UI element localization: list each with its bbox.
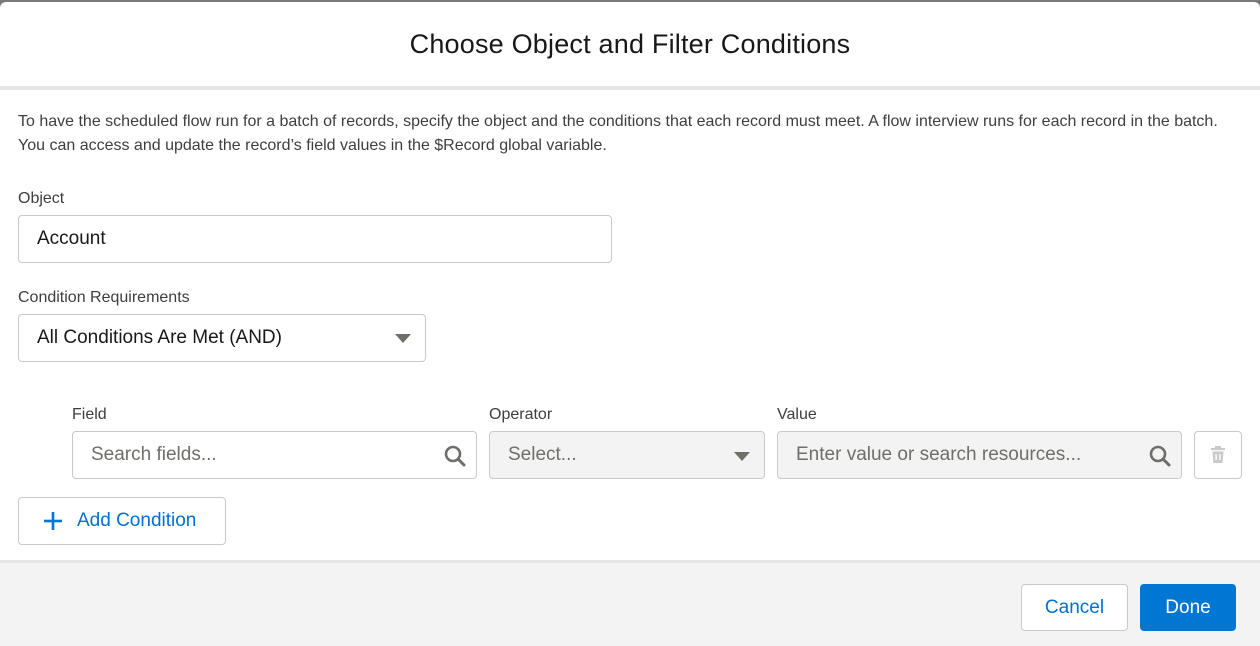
modal-header: Choose Object and Filter Conditions [0,2,1260,90]
condition-requirements-select[interactable]: All Conditions Are Met (AND) [18,314,426,362]
object-value: Account [37,228,106,249]
search-icon [1148,444,1172,468]
operator-select[interactable]: Select... [489,431,765,479]
modal-title: Choose Object and Filter Conditions [409,28,851,59]
modal-dialog: Choose Object and Filter Conditions To h… [0,2,1260,646]
done-button[interactable]: Done [1140,584,1236,631]
object-label: Object [18,190,65,207]
field-search-input[interactable]: Search fields... [72,431,477,479]
plus-icon [43,511,63,531]
object-input[interactable]: Account [18,215,612,263]
cancel-button[interactable]: Cancel [1021,584,1128,631]
condition-requirements-value: All Conditions Are Met (AND) [37,327,282,348]
field-label: Field [72,406,107,423]
search-icon [443,444,467,468]
condition-requirements-label: Condition Requirements [18,289,190,306]
add-condition-button[interactable]: Add Condition [18,497,226,545]
trash-icon [1210,446,1226,464]
operator-placeholder: Select... [508,444,577,465]
chevron-down-icon [734,452,750,461]
add-condition-label: Add Condition [77,510,197,531]
value-placeholder: Enter value or search resources... [796,444,1082,465]
chevron-down-icon [395,334,411,343]
value-search-input[interactable]: Enter value or search resources... [777,431,1182,479]
value-label: Value [777,406,817,423]
operator-label: Operator [489,406,553,423]
modal-description: To have the scheduled flow run for a bat… [18,113,1218,154]
delete-condition-button[interactable] [1194,431,1242,479]
field-placeholder: Search fields... [91,444,217,465]
modal-body: To have the scheduled flow run for a bat… [0,90,1260,558]
modal-footer: Cancel Done [0,560,1260,646]
